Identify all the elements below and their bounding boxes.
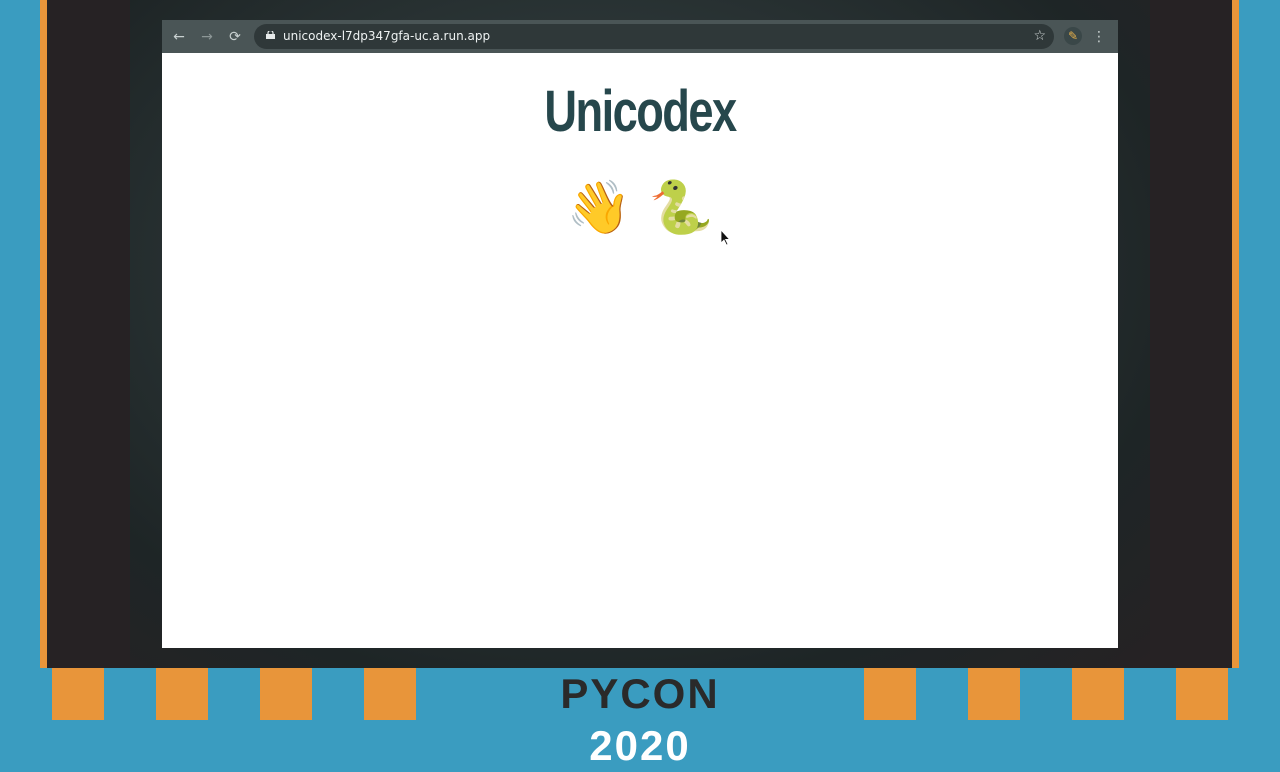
terminal-tile-icon-2 <box>968 668 1020 720</box>
browser-window: ← → ⟳ unicodex-l7dp347gfa-uc.a.run.app ☆… <box>162 20 1118 648</box>
robot-tile-icon-2 <box>1228 668 1280 720</box>
back-arrow-icon: ← <box>173 29 185 45</box>
tools-tile-icon <box>364 668 416 720</box>
menu-kebab-icon[interactable]: ⋮ <box>1092 26 1106 48</box>
forward-arrow-icon: → <box>201 29 213 45</box>
browser-toolbar: ← → ⟳ unicodex-l7dp347gfa-uc.a.run.app ☆… <box>162 20 1118 53</box>
back-button[interactable]: ← <box>168 26 190 48</box>
chevron-tile-icon <box>52 668 104 720</box>
page-title: Unicodex <box>544 79 737 144</box>
left-orange-band <box>40 0 47 668</box>
lock-icon <box>266 31 275 39</box>
circuit-tile-icon <box>312 668 364 720</box>
terminal-tile-icon <box>0 668 52 720</box>
chevron-tile-icon-2 <box>1020 668 1072 720</box>
waving-hand-emoji[interactable]: 👋 <box>567 178 632 238</box>
arch-tile-icon <box>208 668 260 720</box>
laurel-tile-icon <box>104 668 156 720</box>
reload-button[interactable]: ⟳ <box>224 26 246 48</box>
url-text: unicodex-l7dp347gfa-uc.a.run.app <box>283 29 491 43</box>
snake-emoji[interactable]: 🐍 <box>649 178 714 238</box>
calendar-tile-icon <box>864 668 916 720</box>
pycon-logo: PYCON 2020 <box>522 668 758 769</box>
star-tile-icon-2 <box>1124 668 1176 720</box>
extension-icon[interactable]: ✎ <box>1064 27 1082 45</box>
star-tile-icon <box>156 668 208 720</box>
bridge-tile-icon <box>416 668 522 720</box>
robot-tile-icon <box>260 668 312 720</box>
arch-tile-icon-2 <box>1176 668 1228 720</box>
pycon-brand-text: PYCON <box>560 670 720 717</box>
pycon-year-text: 2020 <box>589 722 691 769</box>
right-orange-band <box>1232 0 1239 668</box>
emoji-row: 👋 🐍 <box>162 178 1118 238</box>
bookmark-star-icon[interactable]: ☆ <box>1033 24 1046 49</box>
bridge-tile-icon-2 <box>758 668 864 720</box>
browser-tile-icon <box>916 668 968 720</box>
laurel-tile-icon-2 <box>1072 668 1124 720</box>
mouse-pointer-icon <box>721 230 731 246</box>
reload-icon: ⟳ <box>229 29 241 45</box>
forward-button[interactable]: → <box>196 26 218 48</box>
address-bar[interactable]: unicodex-l7dp347gfa-uc.a.run.app ☆ <box>254 24 1054 49</box>
